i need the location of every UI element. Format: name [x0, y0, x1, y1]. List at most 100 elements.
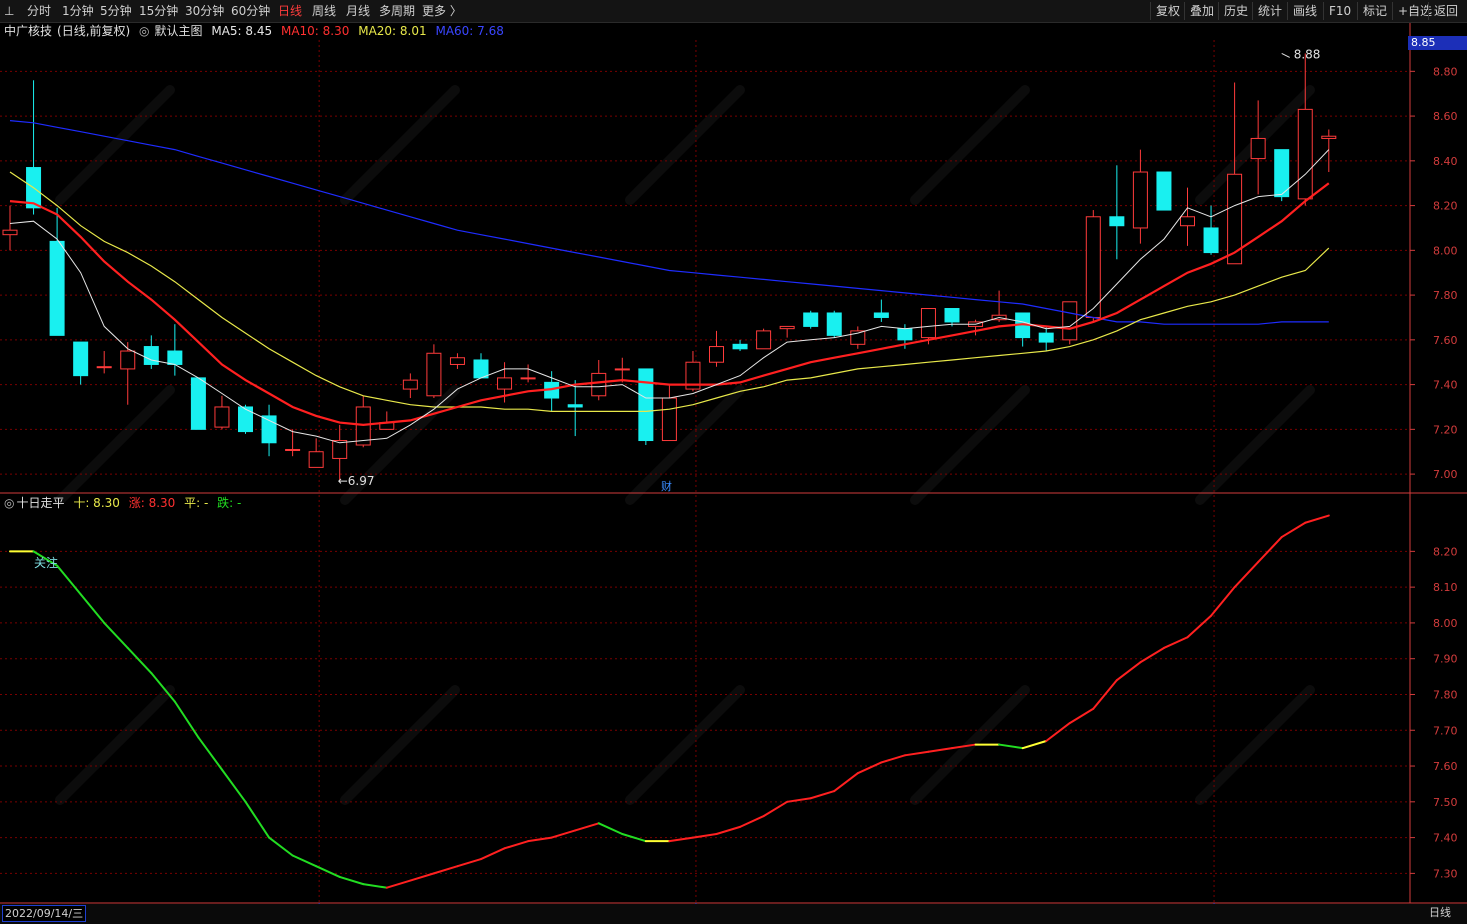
trend-segment [103, 621, 129, 649]
watermark-stroke [910, 85, 1030, 205]
ping-value-label: 平: - [184, 496, 209, 510]
indicator-name[interactable]: 十日走平 [16, 496, 64, 510]
trend-segment [79, 593, 106, 624]
candle-body [1321, 135, 1337, 139]
main-template-name[interactable]: 默认主图 [155, 24, 203, 38]
die-value-label: 跌: - [217, 496, 242, 510]
trend-segment [220, 768, 247, 803]
trend-segment [1021, 739, 1048, 750]
candle-body [520, 377, 536, 380]
sub-y-tick-label: 7.50 [1433, 796, 1458, 809]
trend-segment [880, 754, 906, 764]
trend-segment [1210, 586, 1236, 617]
trend-segment [1233, 561, 1260, 589]
main-y-tick-label: 8.00 [1433, 244, 1458, 257]
trend-segment [927, 747, 953, 753]
trend-segment [1304, 514, 1330, 524]
candle-body [143, 346, 159, 365]
sub-y-tick-label: 7.80 [1433, 688, 1458, 701]
candle-body [1156, 171, 1172, 211]
watermark-stroke [55, 685, 175, 805]
cycle-label[interactable]: 日线 [1429, 905, 1451, 920]
financial-report-marker: 财 [661, 479, 672, 493]
sub-y-tick-label: 7.40 [1433, 832, 1458, 845]
candle-body [285, 448, 301, 451]
candle-body [638, 368, 654, 442]
candle-body [1203, 227, 1219, 254]
trend-segment [998, 743, 1024, 750]
sub-y-tick-label: 7.70 [1433, 724, 1458, 737]
candle-body [190, 377, 206, 430]
sub-y-tick-label: 8.00 [1433, 617, 1458, 630]
kline-chart[interactable]: 7.00 7.20 7.40 7.60 7.80 8.00 8.20 8.40 8.60 8.80… [0, 0, 1467, 924]
candle-body [96, 366, 112, 369]
shi-value-label: 十: 8.30 [73, 496, 120, 510]
trend-segment [173, 700, 200, 739]
watermark-stroke [55, 85, 175, 205]
trend-segment [1162, 636, 1189, 649]
trend-segment [1045, 722, 1071, 742]
candle-body [1085, 216, 1101, 318]
candle-body [214, 406, 230, 428]
candle-body [1250, 137, 1266, 160]
trend-segment [527, 836, 553, 843]
candle-body [497, 377, 513, 390]
candle-body [73, 341, 89, 377]
trend-segment [1257, 536, 1283, 564]
main-y-tick-label: 7.80 [1433, 289, 1458, 302]
trend-segment [409, 872, 435, 882]
watermark-stroke [1195, 685, 1315, 805]
candle-body [732, 343, 748, 350]
watermark-stroke [625, 85, 745, 205]
high-price-annotation: 8.88 [1294, 47, 1321, 61]
trend-segment [856, 761, 883, 775]
candle-body [614, 368, 630, 371]
sub-chart-legend: ◎ 十日走平 十: 8.30 涨: 8.30 平: - 跌: - [0, 495, 246, 511]
candle-body [308, 451, 324, 468]
candle-body [120, 350, 136, 370]
candle-body [238, 406, 253, 433]
sub-y-tick-label: 8.20 [1433, 545, 1458, 558]
candle-body [897, 328, 913, 341]
candle-body [709, 346, 724, 363]
focus-annotation: 关注 [34, 555, 58, 570]
sub-y-tick-label: 8.10 [1433, 581, 1458, 594]
candle-body [473, 359, 489, 379]
candle-body [2, 229, 18, 236]
trend-segment [456, 858, 482, 868]
candle-body [1062, 301, 1078, 341]
watermark-pattern [55, 85, 1315, 805]
trend-segment [268, 836, 294, 857]
main-y-tick-label: 8.80 [1433, 65, 1458, 78]
ma20-line [9, 171, 1330, 412]
candle-body [1297, 108, 1313, 200]
watermark-stroke [625, 685, 745, 805]
candle-body [1132, 171, 1148, 229]
main-y-tick-label: 8.60 [1433, 110, 1458, 123]
zhang-value-label: 涨: 8.30 [128, 496, 176, 510]
candle-body [779, 325, 795, 330]
trend-segment [809, 790, 836, 800]
candle-body [944, 308, 960, 323]
trend-segment [574, 822, 600, 832]
candle-body [1109, 216, 1125, 227]
trend-segment [1186, 614, 1213, 639]
trend-segment [1139, 646, 1165, 664]
trend-segment [1280, 521, 1307, 539]
ma5-label: MA5: 8.45 [211, 24, 273, 38]
trend-segment [762, 800, 789, 818]
trend-segment [244, 800, 271, 839]
indicator-dropdown-icon[interactable]: ◎ [4, 496, 14, 510]
candle-body [591, 372, 607, 397]
main-y-tick-label: 7.20 [1433, 423, 1458, 436]
candle-body [49, 240, 65, 336]
trend-segment [739, 815, 765, 828]
candle-body [167, 350, 183, 365]
trend-segment [550, 829, 577, 839]
candle-body [803, 312, 819, 327]
trend-segment [691, 833, 718, 839]
trend-segment [1068, 707, 1095, 725]
trend-segment [503, 840, 530, 850]
template-dropdown-icon[interactable]: ◎ [139, 24, 149, 38]
trend-segment [291, 854, 318, 868]
